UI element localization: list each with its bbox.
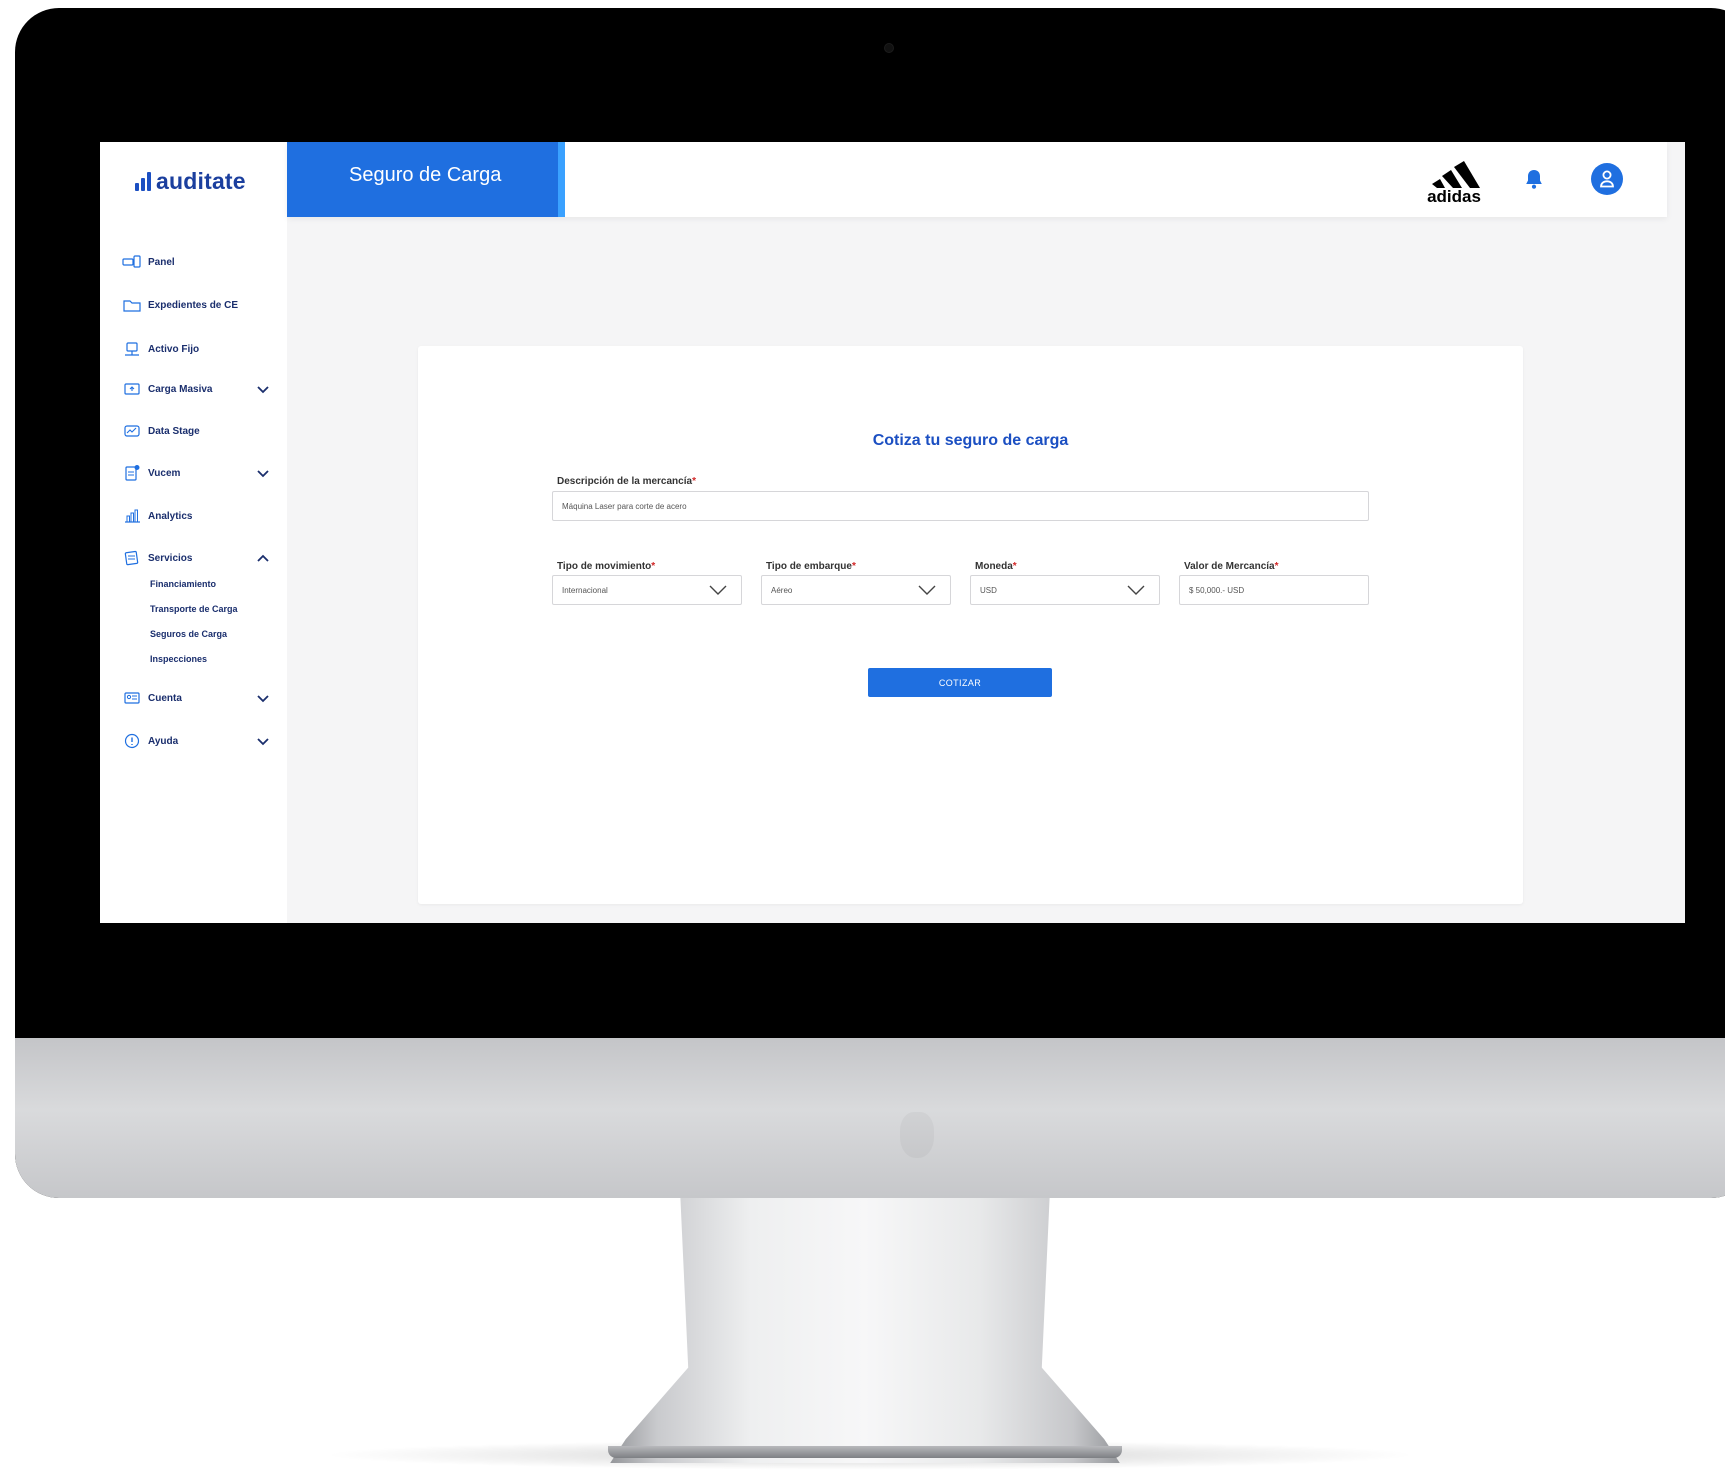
sidebar-item-label: Expedientes de CE xyxy=(148,299,239,311)
currency-label-text: Moneda xyxy=(975,561,1013,572)
account-icon xyxy=(122,690,142,706)
upload-icon xyxy=(122,381,142,397)
merch-value-value: $ 50,000.- USD xyxy=(1189,585,1245,595)
sidebar-subitem-seguros[interactable]: Seguros de Carga xyxy=(150,629,227,639)
required-mark: * xyxy=(1012,561,1017,572)
sidebar-item-analytics[interactable]: Analytics xyxy=(122,505,270,527)
chevron-down-icon[interactable] xyxy=(256,692,270,704)
services-icon xyxy=(122,550,142,566)
shipment-label: Tipo de embarque* xyxy=(766,561,856,572)
sidebar-subitem-inspecciones[interactable]: Inspecciones xyxy=(150,654,207,664)
sidebar-item-label: Vucem xyxy=(148,467,181,479)
brand-logo-text: adidas xyxy=(1427,187,1481,204)
sidebar-item-expedientes[interactable]: Expedientes de CE xyxy=(122,294,270,316)
required-mark: * xyxy=(1274,561,1279,572)
chevron-down-icon[interactable] xyxy=(256,383,270,395)
user-icon[interactable] xyxy=(1591,163,1623,195)
cotizar-button[interactable]: COTIZAR xyxy=(868,668,1052,697)
monitor-chin xyxy=(15,1038,1725,1198)
sidebar-item-cuenta[interactable]: Cuenta xyxy=(122,687,270,709)
sidebar-item-activo-fijo[interactable]: Activo Fijo xyxy=(122,338,270,360)
chevron-down-icon[interactable] xyxy=(256,735,270,747)
shipment-label-text: Tipo de embarque xyxy=(766,561,852,572)
monitor-stand-base xyxy=(608,1446,1122,1458)
sidebar-item-ayuda[interactable]: Ayuda xyxy=(122,730,270,752)
app-screen: auditate Panel Expedientes de CE Activo … xyxy=(100,142,1685,923)
sidebar-item-label: Data Stage xyxy=(148,425,200,437)
movement-select[interactable]: Internacional xyxy=(552,575,742,605)
sidebar-item-label: Carga Masiva xyxy=(148,383,213,395)
quote-form-card: Cotiza tu seguro de carga Descripción de… xyxy=(418,346,1523,904)
required-mark: * xyxy=(651,561,656,572)
description-label: Descripción de la mercancía* xyxy=(557,476,696,487)
sidebar-item-label: Panel xyxy=(148,256,175,268)
chevron-down-icon xyxy=(709,584,727,596)
description-value: Máquina Laser para corte de acero xyxy=(562,501,687,511)
sidebar-subitem-transporte[interactable]: Transporte de Carga xyxy=(150,604,238,614)
merch-value-label-text: Valor de Mercancía xyxy=(1184,561,1275,572)
folder-icon xyxy=(122,297,142,313)
document-icon xyxy=(122,465,142,481)
shipment-select[interactable]: Aéreo xyxy=(761,575,951,605)
help-icon xyxy=(122,733,142,749)
required-mark: * xyxy=(692,476,696,487)
page-title: Seguro de Carga xyxy=(349,164,502,186)
sidebar-item-panel[interactable]: Panel xyxy=(122,251,270,273)
chevron-up-icon[interactable] xyxy=(256,552,270,564)
apple-logo-icon xyxy=(900,1112,934,1158)
bell-icon[interactable] xyxy=(1522,167,1546,191)
sidebar-item-label: Ayuda xyxy=(148,735,179,747)
merch-value-label: Valor de Mercancía* xyxy=(1184,561,1279,572)
currency-label: Moneda* xyxy=(975,561,1017,572)
sidebar-item-vucem[interactable]: Vucem xyxy=(122,462,270,484)
chevron-down-icon[interactable] xyxy=(256,467,270,479)
form-title: Cotiza tu seguro de carga xyxy=(872,432,1069,449)
monitor-stand xyxy=(610,1198,1120,1463)
sidebar-item-servicios[interactable]: Servicios xyxy=(122,547,270,569)
chart-line-icon xyxy=(122,423,142,439)
shipment-value: Aéreo xyxy=(771,585,793,595)
merch-value-input[interactable]: $ 50,000.- USD xyxy=(1179,575,1369,605)
sidebar-item-label: Servicios xyxy=(148,552,193,564)
sidebar: auditate Panel Expedientes de CE Activo … xyxy=(100,142,287,923)
sidebar-item-carga-masiva[interactable]: Carga Masiva xyxy=(122,378,270,400)
logo-text: auditate xyxy=(156,167,246,194)
description-input[interactable]: Máquina Laser para corte de acero xyxy=(552,491,1369,521)
panel-icon xyxy=(122,254,142,270)
required-mark: * xyxy=(851,561,856,572)
app-logo[interactable]: auditate xyxy=(135,164,246,198)
chevron-down-icon xyxy=(1127,584,1145,596)
sidebar-item-label: Activo Fijo xyxy=(148,343,200,355)
monitor-frame: auditate Panel Expedientes de CE Activo … xyxy=(15,8,1725,1198)
camera-icon xyxy=(884,43,894,53)
page-title-tab: Seguro de Carga xyxy=(287,142,565,217)
currency-select[interactable]: USD xyxy=(970,575,1160,605)
movement-label: Tipo de movimiento* xyxy=(557,561,655,572)
sidebar-item-label: Analytics xyxy=(148,510,193,522)
movement-value: Internacional xyxy=(562,585,608,595)
description-label-text: Descripción de la mercancía xyxy=(557,476,693,487)
adidas-logo[interactable]: adidas xyxy=(1420,154,1500,206)
chevron-down-icon xyxy=(918,584,936,596)
movement-label-text: Tipo de movimiento xyxy=(557,561,652,572)
sidebar-subitem-financiamiento[interactable]: Financiamiento xyxy=(150,579,216,589)
currency-value: USD xyxy=(980,585,997,595)
asset-icon xyxy=(122,341,142,357)
logo-bars-icon xyxy=(135,171,151,191)
sidebar-item-label: Cuenta xyxy=(148,692,182,704)
analytics-icon xyxy=(122,508,142,524)
sidebar-item-data-stage[interactable]: Data Stage xyxy=(122,420,270,442)
